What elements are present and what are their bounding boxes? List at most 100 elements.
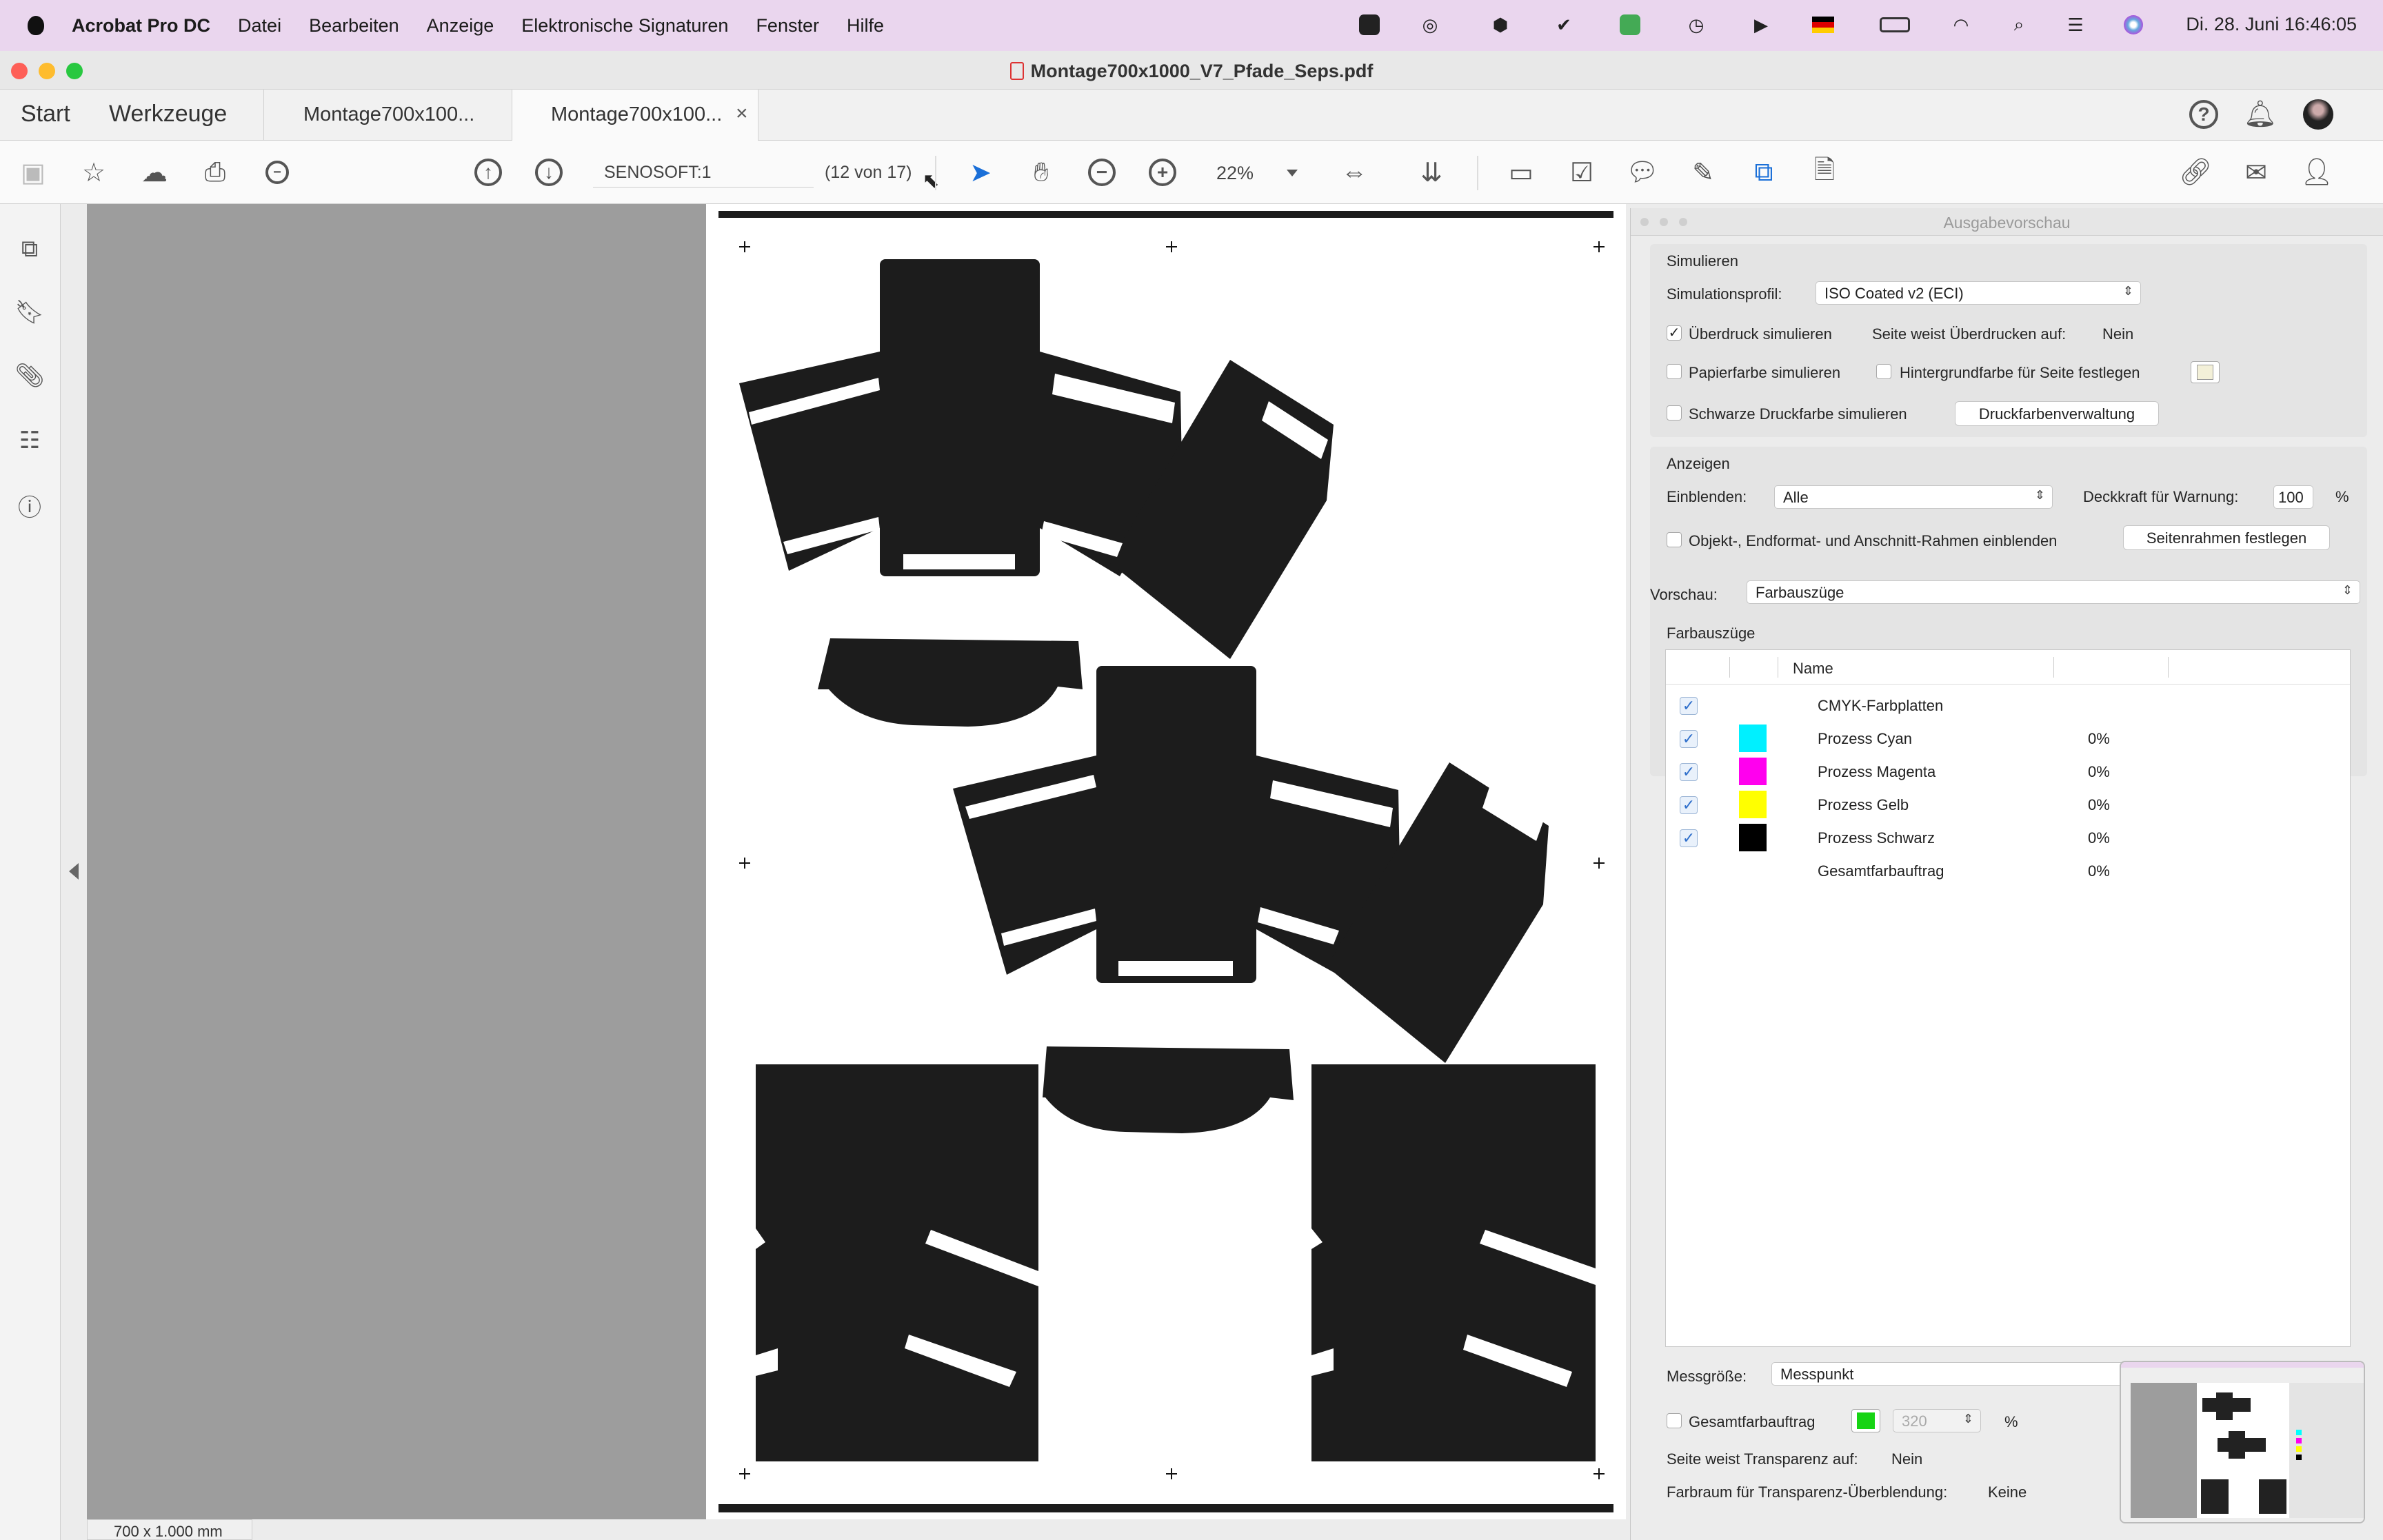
background-color-checkbox[interactable] <box>1876 364 1891 379</box>
paper-color-checkbox[interactable] <box>1667 364 1682 379</box>
apple-icon[interactable] <box>28 16 44 35</box>
save-icon[interactable]: ▣ <box>17 156 50 189</box>
separation-checkbox[interactable]: ✓ <box>1680 697 1698 715</box>
separation-row[interactable]: ✓ CMYK-Farbplatten <box>1666 689 2350 722</box>
separations-list[interactable]: Name ✓ CMYK-Farbplatten ✓ Prozess Cyan 0… <box>1665 649 2351 1347</box>
fit-page-icon[interactable]: ⇔ <box>1338 156 1371 189</box>
tray-app-icon-2[interactable]: ◎ <box>1418 12 1442 37</box>
select-arrow-icon[interactable]: ➤ <box>964 156 997 189</box>
tray-app-icon-1[interactable] <box>1357 12 1382 37</box>
upload-cloud-icon[interactable]: ☁ <box>138 156 171 189</box>
search-zoom-icon[interactable]: − <box>261 156 294 189</box>
add-user-icon[interactable]: 👤︎ <box>2300 156 2333 189</box>
separation-checkbox[interactable]: ✓ <box>1680 763 1698 781</box>
tab-document-1[interactable]: Montage700x100... <box>265 90 512 141</box>
help-icon[interactable]: ? <box>2187 98 2220 131</box>
next-page-icon[interactable]: ↓ <box>532 156 565 189</box>
cyan-swatch <box>1739 725 1767 752</box>
play-icon[interactable]: ▶ <box>1749 12 1773 37</box>
measure-select[interactable]: Messpunkt <box>1771 1362 2158 1386</box>
siri-icon[interactable] <box>2121 12 2146 37</box>
preview-select[interactable]: Farbauszüge ⇕ <box>1747 580 2360 604</box>
black-ink-checkbox[interactable] <box>1667 405 1682 421</box>
zoom-in-icon[interactable]: + <box>1146 156 1179 189</box>
tab-werkzeuge[interactable]: Werkzeuge <box>109 101 227 128</box>
tray-app-icon-3[interactable]: ⬢ <box>1488 12 1513 37</box>
german-flag-icon[interactable] <box>1811 12 1836 37</box>
close-tab-icon[interactable]: × <box>736 102 748 125</box>
tray-app-icon-5[interactable] <box>1618 12 1642 37</box>
separation-row[interactable]: Gesamtfarbauftrag 0% <box>1666 854 2350 887</box>
separation-percent: 0% <box>2088 796 2110 813</box>
separation-checkbox[interactable]: ✓ <box>1680 796 1698 814</box>
hand-tool-icon[interactable]: ✋︎ <box>1025 156 1058 189</box>
separation-row[interactable]: ✓ Prozess Gelb 0% <box>1666 788 2350 821</box>
tray-app-icon-4[interactable]: ✔ <box>1551 12 1576 37</box>
total-coverage-checkbox[interactable] <box>1667 1413 1682 1428</box>
separation-row[interactable]: ✓ Prozess Schwarz 0% <box>1666 821 2350 854</box>
frames-checkbox[interactable] <box>1667 532 1682 547</box>
bookmark-star-icon[interactable]: ☆ <box>77 156 110 189</box>
scroll-mode-icon[interactable]: ⇊ <box>1415 156 1448 189</box>
separation-row[interactable]: ✓ Prozess Magenta 0% <box>1666 755 2350 788</box>
notifications-bell-icon[interactable]: 🔔︎ <box>2244 98 2277 131</box>
share-link-icon[interactable]: 🔗︎ <box>2179 156 2212 189</box>
column-name-header[interactable]: Name <box>1793 660 1833 678</box>
tab-document-2[interactable]: Montage700x100... × <box>512 90 758 141</box>
print-icon[interactable]: ⎙ <box>199 156 232 189</box>
time-machine-icon[interactable]: ◷ <box>1684 12 1709 37</box>
comment-icon[interactable]: 💬︎ <box>1626 156 1659 189</box>
menu-fenster[interactable]: Fenster <box>756 15 819 37</box>
bookmarks-icon[interactable]: 🔖︎ <box>14 296 44 328</box>
spotlight-search-icon[interactable]: ⌕ <box>2007 12 2031 37</box>
panel-minimize-button[interactable] <box>1660 218 1668 226</box>
tab-start[interactable]: Start <box>21 101 70 128</box>
previous-page-icon[interactable]: ↑ <box>472 156 505 189</box>
document-info-icon[interactable]: ⓘ <box>15 489 44 521</box>
tab-divider <box>263 90 264 141</box>
layers-tree-icon[interactable]: ☷ <box>15 425 44 456</box>
total-coverage-color-swatch[interactable] <box>1851 1409 1880 1432</box>
panel-zoom-button[interactable] <box>1679 218 1687 226</box>
menu-datei[interactable]: Datei <box>238 15 281 37</box>
background-color-swatch[interactable] <box>2191 361 2220 383</box>
menu-hilfe[interactable]: Hilfe <box>847 15 884 37</box>
preflight-icon[interactable]: 🗎︎ <box>1808 156 1841 189</box>
total-coverage-select[interactable]: 320 ⇕ <box>1893 1409 1981 1432</box>
menu-bearbeiten[interactable]: Bearbeiten <box>309 15 399 37</box>
zoom-select[interactable]: 22% <box>1200 160 1305 188</box>
battery-icon[interactable] <box>1878 12 1911 37</box>
zoom-out-icon[interactable]: − <box>1085 156 1118 189</box>
user-avatar[interactable] <box>2302 98 2335 131</box>
control-center-icon[interactable]: ☰ <box>2063 12 2088 37</box>
attachments-paperclip-icon[interactable]: 📎︎ <box>14 360 44 392</box>
pdf-page[interactable] <box>706 204 1626 1519</box>
menu-anzeige[interactable]: Anzeige <box>427 15 494 37</box>
page-frames-button[interactable]: Seitenrahmen festlegen <box>2123 525 2330 550</box>
measure-ruler-icon[interactable]: ▭ <box>1505 156 1538 189</box>
menu-app-name[interactable]: Acrobat Pro DC <box>72 15 210 37</box>
section-simulieren: Simulieren <box>1667 252 1738 270</box>
panel-close-button[interactable] <box>1640 218 1649 226</box>
email-icon[interactable]: ✉ <box>2240 156 2273 189</box>
warning-opacity-input[interactable]: 100 <box>2273 485 2313 509</box>
screenshot-thumbnail[interactable] <box>2120 1361 2365 1523</box>
ink-manager-button[interactable]: Druckfarbenverwaltung <box>1955 401 2159 426</box>
page-thumbnails-icon[interactable]: ⧉ <box>15 233 44 265</box>
output-preview-icon[interactable]: ⧉ <box>1747 156 1780 189</box>
menu-elektronische-signaturen[interactable]: Elektronische Signaturen <box>521 15 728 37</box>
highlight-pen-icon[interactable]: ✎ <box>1687 156 1720 189</box>
show-select[interactable]: Alle ⇕ <box>1774 485 2053 509</box>
separation-row[interactable]: ✓ Prozess Cyan 0% <box>1666 722 2350 755</box>
separation-checkbox[interactable]: ✓ <box>1680 730 1698 748</box>
collapse-sidebar-arrow-icon[interactable] <box>69 863 79 880</box>
page-artwork <box>718 211 1613 1512</box>
page-label-input[interactable]: SENOSOFT:1 <box>593 160 814 188</box>
simulation-profile-select[interactable]: ISO Coated v2 (ECI) ⇕ <box>1816 281 2141 305</box>
separation-checkbox[interactable]: ✓ <box>1680 829 1698 847</box>
overprint-checkbox[interactable]: ✓ <box>1667 325 1682 341</box>
fill-sign-icon[interactable]: ☑ <box>1565 156 1598 189</box>
menubar-clock[interactable]: Di. 28. Juni 16:46:05 <box>2186 14 2357 35</box>
paper-color-label: Papierfarbe simulieren <box>1689 364 1841 381</box>
wifi-icon[interactable]: ◠ <box>1949 12 1973 37</box>
